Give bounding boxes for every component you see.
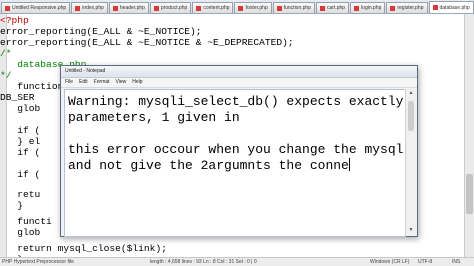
editor-tab-bar: Untitled Responsive.php index.php header…: [0, 0, 474, 14]
status-eol: Windows (CR LF): [370, 259, 410, 265]
tab-function[interactable]: function.php: [272, 2, 315, 13]
notepad-line-with-caret: and not give the 2argumnts the conne: [68, 158, 350, 174]
tab-footer[interactable]: footer.php: [234, 2, 272, 13]
php-file-icon: [5, 5, 10, 11]
menu-file[interactable]: File: [65, 78, 73, 87]
menu-format[interactable]: Format: [94, 78, 110, 87]
notepad-window[interactable]: Untitled - Notepad File Edit Format View…: [60, 65, 418, 237]
tab-cart[interactable]: cart.php: [315, 2, 350, 13]
status-mode: INS: [452, 259, 461, 265]
notepad-line: Warning: mysqli_select_db() expects exac…: [68, 94, 406, 109]
php-file-icon: [319, 5, 325, 11]
text-caret: [348, 158, 350, 171]
menu-edit[interactable]: Edit: [79, 78, 88, 87]
tab-database[interactable]: database.php: [428, 1, 474, 13]
status-bar: PHP Hypertext Preprocessor file length :…: [0, 257, 474, 266]
php-file-icon: [432, 5, 438, 10]
notepad-line: parameters, 1 given in: [68, 110, 240, 125]
code-line: if (: [0, 169, 41, 180]
scroll-down-icon[interactable]: ▼: [406, 226, 416, 235]
php-file-icon: [196, 5, 202, 11]
scrollbar-thumb[interactable]: [408, 101, 414, 131]
code-line: glob: [0, 227, 41, 238]
menu-view[interactable]: View: [116, 78, 127, 87]
code-line: error_reporting(E_ALL & ~E_NOTICE & ~E_D…: [0, 37, 294, 48]
notepad-title: Untitled - Notepad: [65, 68, 106, 74]
code-line: glob: [0, 103, 41, 114]
php-file-icon: [390, 5, 396, 11]
tab-product[interactable]: product.php: [149, 2, 192, 13]
scrollbar-thumb[interactable]: [466, 174, 473, 214]
tab-content[interactable]: content.php: [192, 2, 234, 13]
status-position: length : 4,658 lines : 93 Ln : 8 Col : 3…: [150, 259, 257, 265]
editor-vertical-scrollbar[interactable]: [464, 14, 474, 258]
php-file-icon: [276, 5, 282, 11]
tab-index[interactable]: index.php: [71, 2, 108, 13]
php-file-icon: [75, 5, 81, 11]
menu-help[interactable]: Help: [132, 78, 142, 87]
status-file-type: PHP Hypertext Preprocessor file: [2, 259, 74, 265]
notepad-title-bar[interactable]: Untitled - Notepad: [61, 66, 417, 78]
php-file-icon: [153, 5, 159, 11]
php-file-icon: [354, 5, 360, 11]
notepad-menu-bar: File Edit Format View Help: [61, 78, 417, 88]
php-file-icon: [112, 5, 118, 11]
tab-header[interactable]: header.php: [108, 2, 149, 13]
tab-login[interactable]: login.php: [350, 2, 386, 13]
code-line: if (: [0, 147, 41, 158]
notepad-text-area[interactable]: Warning: mysqli_select_db() expects exac…: [64, 89, 406, 237]
code-line: return mysql_close($link);: [0, 243, 167, 254]
status-encoding: UTF-8: [418, 259, 433, 265]
scroll-up-icon[interactable]: ▲: [406, 89, 416, 98]
php-file-icon: [238, 5, 244, 11]
notepad-vertical-scrollbar[interactable]: ▲ ▼: [405, 89, 416, 235]
notepad-line: and not give the 2argumnts the conne: [68, 158, 349, 173]
code-line: }: [0, 200, 24, 211]
notepad-line: this error occour when you change the my…: [68, 142, 404, 157]
tab-register[interactable]: register.php: [386, 2, 428, 13]
tab-untitled-responsive[interactable]: Untitled Responsive.php: [1, 2, 71, 13]
